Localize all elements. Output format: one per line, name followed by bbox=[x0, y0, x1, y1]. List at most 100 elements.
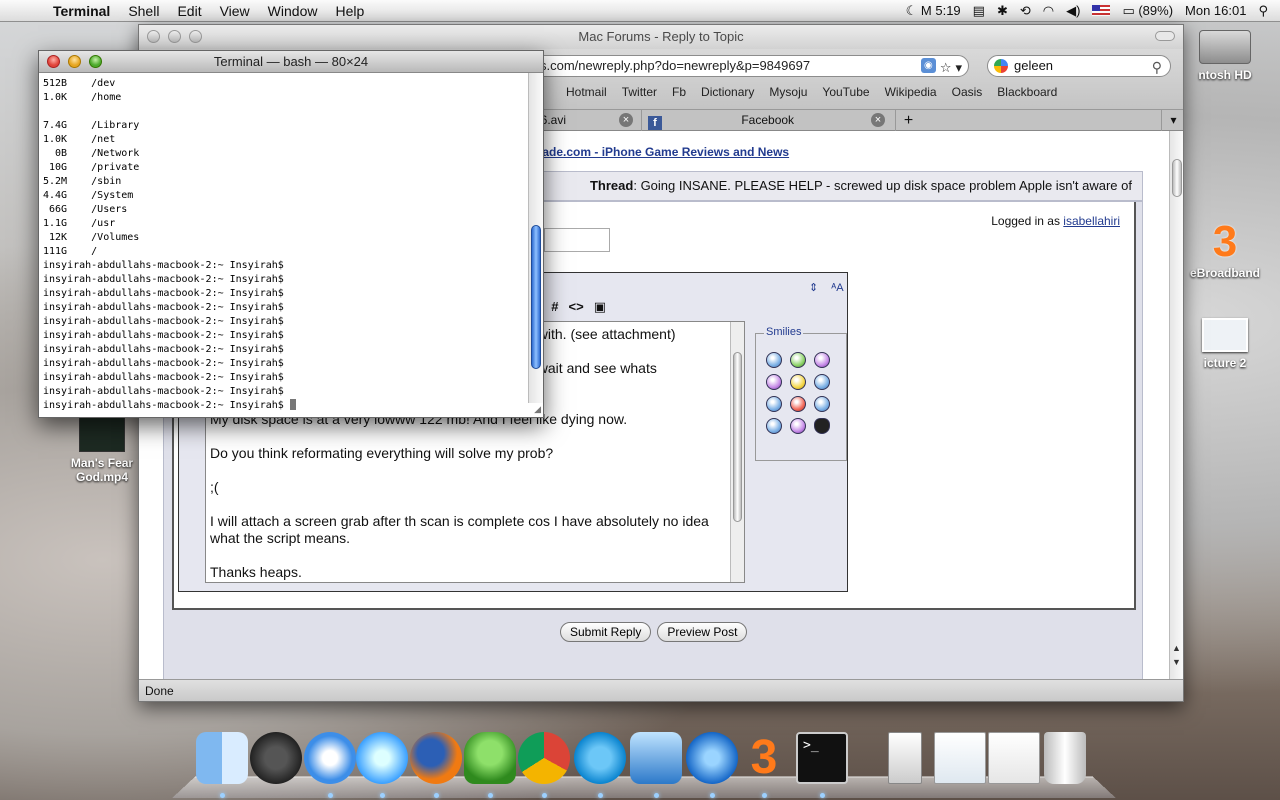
desktop-hard-drive[interactable]: ntosh HD bbox=[1180, 30, 1270, 82]
bookmark-dictionary[interactable]: Dictionary bbox=[694, 85, 762, 99]
resize-grip-icon[interactable]: ◢ bbox=[534, 404, 541, 415]
wifi-icon[interactable]: ◠ bbox=[1043, 3, 1054, 19]
chrome-icon[interactable] bbox=[518, 732, 570, 784]
html-code-icon[interactable]: <> bbox=[569, 299, 584, 315]
desktop-video[interactable]: Man's Fear God.mp4 bbox=[62, 412, 142, 484]
textarea-scrollbar[interactable] bbox=[730, 322, 744, 582]
tongue-icon[interactable] bbox=[814, 352, 830, 368]
tab-list-icon[interactable]: ▾ bbox=[1161, 110, 1185, 131]
bookmark-fb[interactable]: Fb bbox=[665, 85, 694, 99]
datetime[interactable]: Mon 16:01 bbox=[1185, 3, 1246, 18]
tab-close-icon[interactable]: × bbox=[871, 113, 885, 127]
zoom-button[interactable] bbox=[89, 55, 102, 68]
search-bar[interactable]: geleen ⚲ bbox=[987, 55, 1171, 77]
url-bar[interactable]: s.com/newreply.php?do=newreply&p=9849697… bbox=[529, 55, 969, 77]
desktop-broadband[interactable]: 3 eBroadband bbox=[1180, 218, 1270, 281]
apple-smilie-icon[interactable] bbox=[814, 418, 830, 434]
new-tab-button[interactable]: + bbox=[895, 110, 921, 131]
spotlight-icon[interactable]: ⚲ bbox=[1258, 3, 1268, 19]
skype-icon[interactable] bbox=[574, 732, 626, 784]
rolleyes-icon[interactable] bbox=[814, 396, 830, 412]
menu-shell[interactable]: Shell bbox=[119, 3, 168, 19]
title-input[interactable] bbox=[544, 228, 610, 252]
downloads-stack-icon[interactable] bbox=[988, 732, 1040, 784]
cool-icon[interactable] bbox=[766, 418, 782, 434]
preview-post-button[interactable]: Preview Post bbox=[657, 622, 748, 642]
wink-icon[interactable] bbox=[790, 374, 806, 390]
preview-icon[interactable] bbox=[630, 732, 682, 784]
font-size-icon[interactable]: ᴬA bbox=[831, 282, 843, 294]
url-dropdown-icon[interactable]: ▾ bbox=[955, 58, 962, 76]
running-indicator bbox=[598, 793, 603, 798]
page-scroll-thumb[interactable] bbox=[1172, 159, 1182, 197]
close-button[interactable] bbox=[47, 55, 60, 68]
terminal-scrollbar[interactable] bbox=[528, 73, 543, 403]
terminal-line: 512B /dev bbox=[43, 78, 116, 89]
search-icon[interactable]: ⚲ bbox=[1152, 57, 1162, 77]
textarea-scroll-thumb[interactable] bbox=[733, 352, 742, 522]
menu-view[interactable]: View bbox=[211, 3, 259, 19]
trash-icon[interactable] bbox=[1044, 732, 1086, 784]
smile-icon[interactable] bbox=[766, 352, 782, 368]
eek-icon[interactable] bbox=[790, 418, 806, 434]
minimize-button[interactable] bbox=[68, 55, 81, 68]
tab-close-icon[interactable]: × bbox=[619, 113, 633, 127]
battery-menu[interactable]: ▭ (89%) bbox=[1122, 3, 1173, 19]
bookmark-mysoju[interactable]: Mysoju bbox=[762, 85, 815, 99]
grin-icon[interactable] bbox=[790, 352, 806, 368]
bookmark-star-icon[interactable]: ☆ bbox=[940, 58, 952, 76]
three-broadband-icon[interactable]: 3 bbox=[738, 732, 790, 784]
bluetooth-icon[interactable]: ✱ bbox=[997, 3, 1008, 19]
page-scrollbar[interactable]: ▲ ▼ bbox=[1169, 131, 1183, 681]
terminal-icon[interactable]: >_ bbox=[796, 732, 848, 784]
bookmark-wikipedia[interactable]: Wikipedia bbox=[878, 85, 945, 99]
scroll-down-arrow-icon[interactable]: ▼ bbox=[1172, 657, 1181, 667]
menu-help[interactable]: Help bbox=[326, 3, 373, 19]
terminal-output[interactable]: 512B /dev 1.0K /home 7.4G /Library 1.0K /n… bbox=[39, 73, 529, 417]
bookmark-hotmail[interactable]: Hotmail bbox=[559, 85, 615, 99]
bookmark-youtube[interactable]: YouTube bbox=[815, 85, 877, 99]
menu-app-name[interactable]: Terminal bbox=[44, 3, 119, 19]
finder-icon[interactable] bbox=[196, 732, 248, 784]
screenshot-icon[interactable] bbox=[934, 732, 986, 784]
username-link[interactable]: isabellahiri bbox=[1063, 214, 1120, 228]
desktop-picture[interactable]: icture 2 bbox=[1180, 318, 1270, 370]
close-button[interactable] bbox=[147, 30, 160, 43]
itunes-icon[interactable] bbox=[356, 732, 408, 784]
adium-icon[interactable] bbox=[464, 732, 516, 784]
script-menu-icon[interactable]: ▤ bbox=[973, 3, 985, 19]
document-icon[interactable] bbox=[888, 732, 922, 784]
terminal-line: 1.0K /net bbox=[43, 134, 116, 145]
forum-banner-link[interactable]: rcade.com - iPhone Game Reviews and News bbox=[531, 145, 789, 159]
minimize-button[interactable] bbox=[168, 30, 181, 43]
php-code-icon[interactable]: ▣ bbox=[594, 299, 606, 315]
bookmark-oasis[interactable]: Oasis bbox=[945, 85, 991, 99]
hash-code-icon[interactable]: # bbox=[551, 299, 558, 315]
volume-icon[interactable]: ◀) bbox=[1066, 3, 1080, 19]
input-source-flag-icon[interactable] bbox=[1092, 5, 1111, 16]
submit-reply-button[interactable]: Submit Reply bbox=[560, 622, 652, 642]
frown-icon[interactable] bbox=[766, 374, 782, 390]
scroll-up-arrow-icon[interactable]: ▲ bbox=[1172, 643, 1181, 653]
zoom-button[interactable] bbox=[189, 30, 202, 43]
shocked-icon[interactable] bbox=[766, 396, 782, 412]
mad-icon[interactable] bbox=[790, 396, 806, 412]
browser-title: Mac Forums - Reply to Topic bbox=[578, 29, 744, 44]
tab-facebook[interactable]: f Facebook × bbox=[641, 110, 891, 131]
toolbar-toggle-button[interactable] bbox=[1155, 31, 1175, 41]
rss-icon[interactable]: ◉ bbox=[920, 58, 936, 73]
downloads-icon[interactable] bbox=[686, 732, 738, 784]
terminal-scroll-thumb[interactable] bbox=[531, 225, 541, 369]
menu-window[interactable]: Window bbox=[259, 3, 327, 19]
menu-edit[interactable]: Edit bbox=[168, 3, 210, 19]
confused-icon[interactable] bbox=[814, 374, 830, 390]
moon-clock-menu[interactable]: ☾ M 5:19 bbox=[906, 3, 961, 19]
time-machine-icon[interactable]: ⟲ bbox=[1020, 3, 1031, 19]
dashboard-icon[interactable] bbox=[250, 732, 302, 784]
firefox-icon[interactable] bbox=[410, 732, 462, 784]
bookmark-twitter[interactable]: Twitter bbox=[615, 85, 665, 99]
bookmark-blackboard[interactable]: Blackboard bbox=[990, 85, 1065, 99]
resize-editor-icon[interactable]: ⇕ bbox=[809, 282, 818, 294]
terminal-line: insyirah-abdullahs-macbook-2:~ Insyirah$ bbox=[43, 316, 284, 327]
safari-icon[interactable] bbox=[304, 732, 356, 784]
